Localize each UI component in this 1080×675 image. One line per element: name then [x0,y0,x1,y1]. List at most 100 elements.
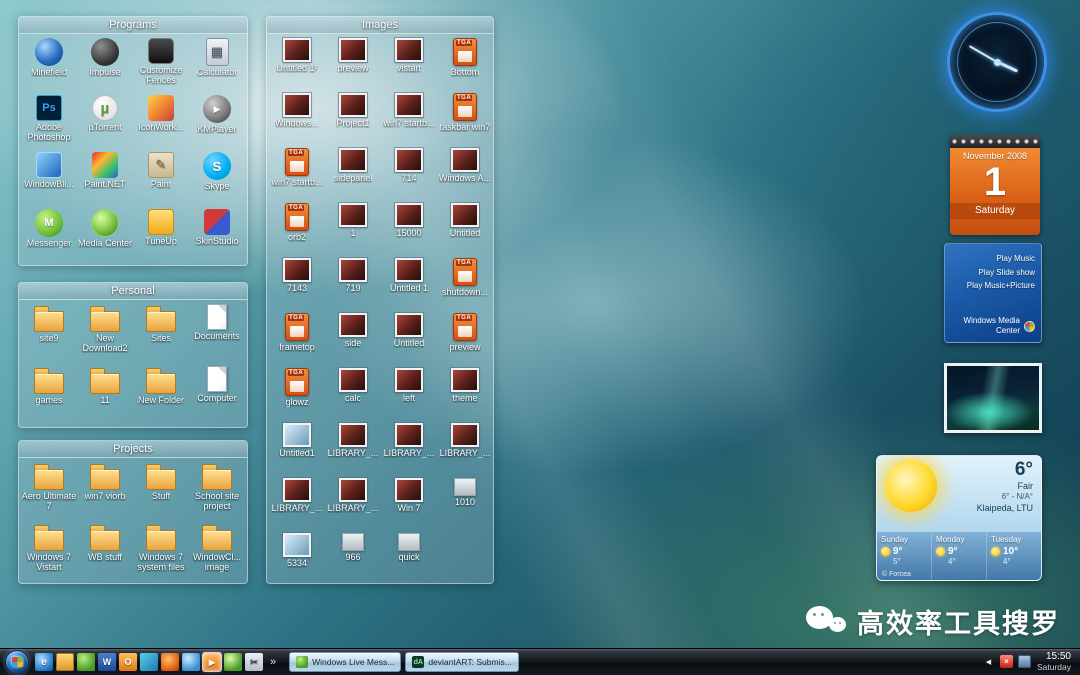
desktop-icon-computer[interactable]: Computer [189,366,245,428]
media-center-gadget[interactable]: Play Music Play Slide show Play Music+Pi… [944,243,1042,343]
desktop-icon-iconwork[interactable]: IconWork... [133,95,189,152]
desktop-icon-windows-a[interactable]: Windows A... [437,148,493,203]
desktop-icon-library[interactable]: LIBRARY_... [325,423,381,478]
desktop-icon-5334[interactable]: 5334 [269,533,325,584]
toolbar-overflow-chevron[interactable]: » [266,656,280,668]
desktop-icon-orb2[interactable]: orb2 [269,203,325,258]
desktop-icon-preview[interactable]: preview [325,38,381,93]
desktop-icon-taskbar-win7[interactable]: taskbar win7 [437,93,493,148]
desktop-icon-customize-fences[interactable]: Customize Fences [133,38,189,95]
forecast-day-tuesday[interactable]: Tuesday 10° 4° [987,532,1041,581]
fence-title-images[interactable]: Images [267,17,493,34]
desktop-icon-966[interactable]: 966 [325,533,381,584]
task-button-windows-live-messenger[interactable]: Windows Live Mess... [289,652,401,672]
desktop-icon-stuff[interactable]: Stuff [133,462,189,523]
network-icon[interactable] [1018,655,1031,668]
taskbar-clock[interactable]: 15:50 Saturday [1037,651,1071,672]
desktop-icon-quick[interactable]: quick [381,533,437,584]
word-icon[interactable] [98,653,116,671]
desktop-icon-windows[interactable]: Windows... [269,93,325,148]
desktop-icon-tuneup[interactable]: TuneUp [133,209,189,266]
safari-icon[interactable] [182,653,200,671]
desktop-icon-games[interactable]: games [21,366,77,428]
desktop-icon-documents[interactable]: Documents [189,304,245,366]
desktop-icon-untitled[interactable]: Untitled [381,313,437,368]
desktop-icon-vistart[interactable]: vistart [381,38,437,93]
desktop-icon-aero-ultimate-7[interactable]: Aero Ultimate 7 [21,462,77,523]
desktop-icon-714[interactable]: 714 [381,148,437,203]
desktop-icon-win7-startb[interactable]: win7 startb... [381,93,437,148]
desktop-icon-library[interactable]: LIBRARY_... [269,478,325,533]
media-center-option-play-music[interactable]: Play Music [951,252,1035,266]
desktop-icon-side[interactable]: side [325,313,381,368]
media-center-option-play-slideshow[interactable]: Play Slide show [951,266,1035,280]
desktop-icon-skype[interactable]: SSkype [189,152,245,209]
desktop-icon-untitled[interactable]: Untitled [437,203,493,258]
desktop-icon-untitled1[interactable]: Untitled1 [269,423,325,478]
fence-title-programs[interactable]: Programs [19,17,247,34]
windows-explorer-icon[interactable] [56,653,74,671]
desktop-icon-theme[interactable]: theme [437,368,493,423]
desktop-icon-1[interactable]: 1 [325,203,381,258]
internet-explorer-icon[interactable] [35,653,53,671]
desktop-icon-left[interactable]: left [381,368,437,423]
photo-slideshow-gadget[interactable] [944,363,1042,433]
desktop-icon-new-folder[interactable]: New Folder [133,366,189,428]
desktop-icon-adobe-photoshop[interactable]: PsAdobe Photoshop [21,95,77,152]
hidden-icons-chevron-icon[interactable] [982,655,995,668]
media-center-icon[interactable] [224,653,242,671]
desktop-icon-windowcl-image[interactable]: WindowCl... image [189,523,245,584]
desktop-icon-skinstudio[interactable]: SkinStudio [189,209,245,266]
desktop-icon-new-download2[interactable]: New Download2 [77,304,133,366]
firefox-icon[interactable] [161,653,179,671]
snipping-tool-icon[interactable] [245,653,263,671]
clock-gadget[interactable] [947,12,1047,112]
desktop-icon-impulse[interactable]: Impulse [77,38,133,95]
desktop-icon-paint[interactable]: ✎Paint [133,152,189,209]
start-button[interactable] [5,650,29,674]
desktop-icon-wb-stuff[interactable]: WB stuff [77,523,133,584]
desktop-icon-preview[interactable]: preview [437,313,493,368]
media-player-icon[interactable] [140,653,158,671]
desktop-icon-library[interactable]: LIBRARY_... [437,423,493,478]
desktop-icon-windows-7-vistart[interactable]: Windows 7 Vistart [21,523,77,584]
forecast-day-monday[interactable]: Monday 9° 4° [932,532,987,581]
desktop-icon-calculator[interactable]: ▦Calculator [189,38,245,95]
desktop-icon-school-site-project[interactable]: School site project [189,462,245,523]
desktop-icon-1010[interactable]: 1010 [437,478,493,533]
desktop-icon-719[interactable]: 719 [325,258,381,313]
desktop-icon-win7-viorb[interactable]: win7 viorb [77,462,133,523]
fence-title-projects[interactable]: Projects [19,441,247,458]
desktop-icon-11[interactable]: 11 [77,366,133,428]
calendar-gadget[interactable]: November 2008 1 Saturday [950,135,1040,235]
desktop-icon-sidepanel[interactable]: sidepanel [325,148,381,203]
desktop-icon-shutdown[interactable]: shutdown... [437,258,493,313]
desktop-icon-bottom[interactable]: Bottom [437,38,493,93]
desktop-icon-win-7[interactable]: Win 7 [381,478,437,533]
outlook-icon[interactable] [119,653,137,671]
desktop-icon-paint-net[interactable]: Paint.NET [77,152,133,209]
media-center-option-play-music-picture[interactable]: Play Music+Picture [951,279,1035,293]
desktop-icon-project1[interactable]: Project1 [325,93,381,148]
desktop-icon-calc[interactable]: calc [325,368,381,423]
task-button-deviantart[interactable]: deviantART: Submis... [405,652,518,672]
desktop-icon-torrent[interactable]: µµTorrent [77,95,133,152]
desktop-icon-library[interactable]: LIBRARY_... [325,478,381,533]
desktop-icon-site9[interactable]: site9 [21,304,77,366]
desktop-icon-untitled-1[interactable]: Untitled 1 [381,258,437,313]
security-alert-icon[interactable] [1000,655,1013,668]
desktop-icon-kmplayer[interactable]: ▶KMPlayer [189,95,245,152]
desktop-icon-7143[interactable]: 7143 [269,258,325,313]
desktop-icon-windowbli[interactable]: WindowBli... [21,152,77,209]
desktop-icon-15000[interactable]: 15000 [381,203,437,258]
desktop-icon-media-center[interactable]: Media Center [77,209,133,266]
messenger-icon[interactable] [77,653,95,671]
desktop-icon-windows-7-system-files[interactable]: Windows 7 system files [133,523,189,584]
desktop-icon-win7-startb[interactable]: win7 startb... [269,148,325,203]
windows-media-player-icon[interactable] [203,653,221,671]
fence-title-personal[interactable]: Personal [19,283,247,300]
desktop-icon-untitled-1[interactable]: Untitled 1² [269,38,325,93]
desktop-icon-frametop[interactable]: frametop [269,313,325,368]
desktop-icon-minefield[interactable]: Minefield [21,38,77,95]
desktop-icon-library[interactable]: LIBRARY_... [381,423,437,478]
